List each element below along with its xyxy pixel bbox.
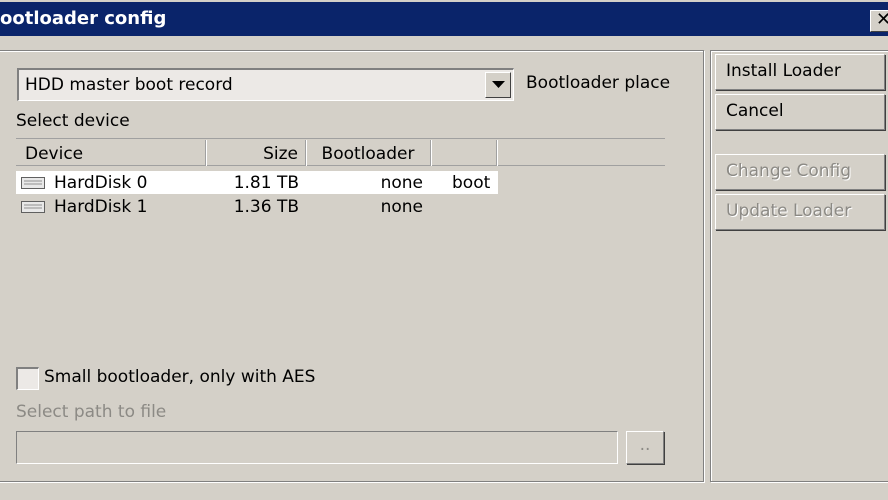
small-bootloader-label[interactable]: Small bootloader, only with AES bbox=[44, 367, 315, 387]
install-loader-button[interactable]: Install Loader bbox=[715, 54, 885, 90]
device-bootloader: none bbox=[380, 173, 423, 193]
select-path-label: Select path to file bbox=[16, 402, 167, 422]
chevron-down-icon bbox=[492, 81, 505, 88]
device-name: HardDisk 1 bbox=[54, 197, 148, 217]
bootloader-place-label: Bootloader place bbox=[526, 73, 671, 93]
select-device-label: Select device bbox=[16, 111, 130, 131]
change-config-button[interactable]: Change Config bbox=[715, 154, 885, 190]
small-bootloader-checkbox[interactable] bbox=[16, 367, 39, 390]
device-list-header: Device Size Bootloader bbox=[16, 138, 665, 166]
update-loader-button[interactable]: Update Loader bbox=[715, 194, 885, 230]
window-title: ootloader config bbox=[0, 8, 167, 29]
device-size: 1.81 TB bbox=[233, 173, 299, 193]
device-size: 1.36 TB bbox=[233, 197, 299, 217]
column-header-size[interactable]: Size bbox=[206, 140, 306, 166]
column-header-bootloader[interactable]: Bootloader bbox=[306, 140, 431, 166]
bootloader-place-value: HDD master boot record bbox=[25, 75, 233, 95]
cancel-button[interactable]: Cancel bbox=[715, 94, 885, 130]
device-bootloader: none bbox=[380, 197, 423, 217]
close-button[interactable]: ✕ bbox=[870, 10, 888, 32]
title-bar: ootloader config ✕ bbox=[0, 0, 888, 36]
dropdown-button[interactable] bbox=[485, 72, 511, 98]
file-path-input[interactable] bbox=[16, 431, 618, 464]
column-header-device[interactable]: Device bbox=[16, 140, 206, 166]
column-header-extra[interactable] bbox=[431, 140, 497, 166]
bootloader-place-select[interactable]: HDD master boot record bbox=[17, 68, 514, 101]
close-icon: ✕ bbox=[876, 9, 888, 30]
table-row[interactable]: HardDisk 0 1.81 TB none boot bbox=[16, 171, 498, 194]
hard-disk-icon bbox=[21, 201, 45, 213]
browse-button[interactable]: .. bbox=[626, 431, 664, 464]
table-row[interactable]: HardDisk 1 1.36 TB none bbox=[16, 195, 498, 218]
hard-disk-icon bbox=[21, 177, 45, 189]
device-name: HardDisk 0 bbox=[54, 173, 148, 193]
device-flag: boot bbox=[452, 173, 491, 193]
